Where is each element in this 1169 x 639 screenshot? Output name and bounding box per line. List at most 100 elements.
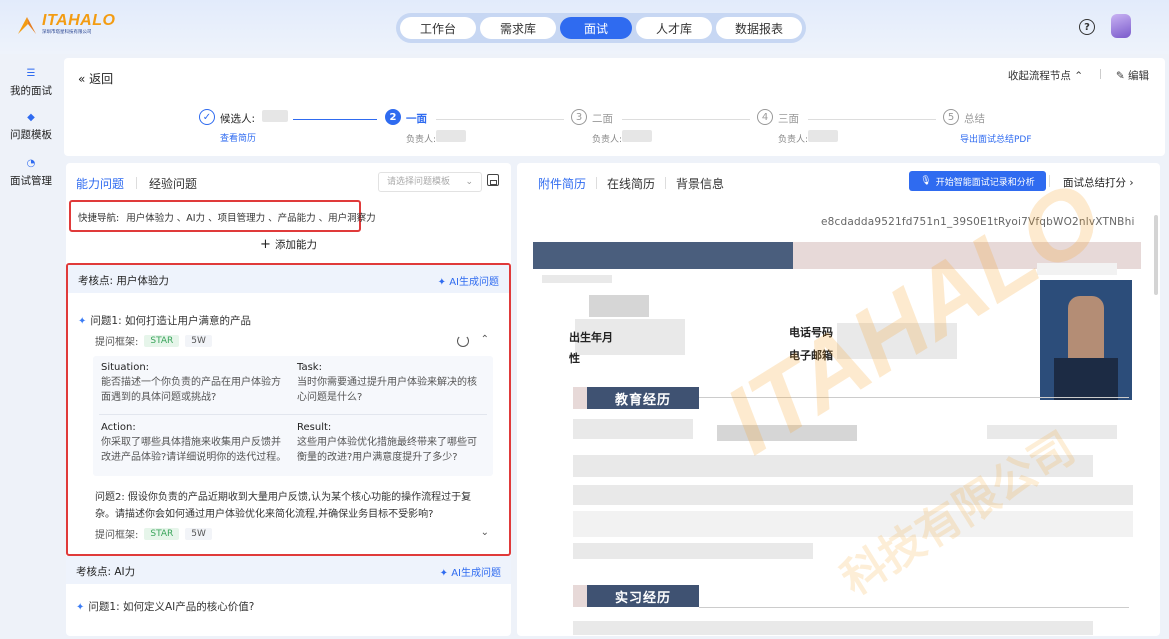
ai-generate-button[interactable]: ✦ AI生成问题 <box>438 273 499 288</box>
edit-button[interactable]: ✎ 编辑 <box>1116 68 1149 83</box>
brand-logo[interactable]: ITAHALO 深圳市塔星科技有限公司 <box>16 13 115 36</box>
sidebar-item-label: 问题模板 <box>10 129 52 141</box>
field-gender-label: 性 <box>569 352 580 365</box>
template-select-placeholder: 请选择问题模板 <box>387 177 451 187</box>
sidebar-item-question-templates[interactable]: ◆ 问题模板 <box>0 112 62 142</box>
template-select[interactable]: 请选择问题模板 ⌄ <box>378 172 482 192</box>
redacted-block <box>573 485 1133 505</box>
main-nav: 工作台 需求库 面试 人才库 数据报表 <box>396 13 806 43</box>
framework-star-tag[interactable]: STAR <box>144 334 180 347</box>
save-icon[interactable] <box>487 174 499 186</box>
step-5-title[interactable]: 总结 <box>964 111 985 126</box>
internship-section-title: 实习经历 <box>587 585 699 607</box>
star-framework-grid: Situation: 能否描述一个你负责的产品在用户体验方面遇到的具体问题或挑战… <box>93 356 493 476</box>
sidebar-item-my-interviews[interactable]: ☰ 我的面试 <box>0 68 62 98</box>
framework-label: 提问框架: <box>95 530 139 541</box>
resume-file-id: e8cdadda9521fd751n1_39S0E1tRyoi7VfqbWO2n… <box>821 216 1135 228</box>
tab-background-info[interactable]: 背景信息 <box>676 175 724 192</box>
start-ai-recording-button[interactable]: 🎙 开始智能面试记录和分析 <box>909 171 1046 191</box>
redacted-block <box>717 425 857 441</box>
resume-scrollbar[interactable] <box>1154 215 1158 295</box>
question-text: 问题1: 如何打造让用户满意的产品 <box>90 315 251 327</box>
plus-icon: + <box>260 237 271 252</box>
nav-tab-workbench[interactable]: 工作台 <box>400 17 476 39</box>
chevron-down-icon[interactable]: ⌄ <box>481 527 489 538</box>
divider <box>1100 69 1101 79</box>
framework-5w-tag[interactable]: 5W <box>185 527 212 540</box>
question-2: 问题2: 假设你负责的产品近期收到大量用户反馈,认为某个核心功能的操作流程过于复… <box>95 492 472 520</box>
step-5-number: 5 <box>943 109 959 125</box>
top-bar: ITAHALO 深圳市塔星科技有限公司 工作台 需求库 面试 人才库 数据报表 … <box>0 0 1169 54</box>
step-2-title[interactable]: 一面 <box>406 111 427 126</box>
redacted-block <box>573 419 693 439</box>
star-situation: Situation: 能否描述一个你负责的产品在用户体验方面遇到的具体问题或挑战… <box>101 360 289 405</box>
section-title: 考核点: 用户体验力 <box>78 275 169 287</box>
step-4-title[interactable]: 三面 <box>778 111 799 126</box>
collapse-steps-button[interactable]: 收起流程节点 ⌃ <box>1008 68 1083 83</box>
star-situation-body: 能否描述一个你负责的产品在用户体验方面遇到的具体问题或挑战? <box>101 377 281 403</box>
sidebar: ☰ 我的面试 ◆ 问题模板 ◔ 面试管理 <box>0 54 62 639</box>
quick-nav: 快捷导航: 用户体验力 、AI力 、项目管理力 、产品能力 、用户洞察力 <box>69 200 376 232</box>
nav-tab-interview[interactable]: 面试 <box>560 17 632 39</box>
user-avatar[interactable] <box>1111 14 1131 38</box>
redacted-block <box>987 425 1117 439</box>
quick-nav-label: 快捷导航: <box>78 213 120 224</box>
help-icon[interactable]: ? <box>1079 19 1095 35</box>
ability-section-ai: 考核点: AI力 ✦ AI生成问题 <box>66 556 511 584</box>
step-3-number: 3 <box>571 109 587 125</box>
interview-score-link[interactable]: 面试总结打分 › <box>1063 175 1134 190</box>
nav-tab-talent-pool[interactable]: 人才库 <box>636 17 712 39</box>
chevron-up-icon[interactable]: ⌃ <box>481 334 489 345</box>
view-resume-link[interactable]: 查看简历 <box>220 131 256 144</box>
add-ability-button[interactable]: + 添加能力 <box>66 237 511 252</box>
divider <box>699 607 1129 608</box>
sidebar-item-label: 面试管理 <box>10 175 52 187</box>
divider <box>99 414 487 415</box>
redacted-block <box>573 621 1093 635</box>
logo-icon <box>18 16 36 34</box>
divider <box>136 177 138 189</box>
step-4-number: 4 <box>757 109 773 125</box>
sidebar-item-interview-management[interactable]: ◔ 面试管理 <box>0 158 62 188</box>
field-email-label: 电子邮箱 <box>789 349 833 362</box>
quick-nav-links[interactable]: 用户体验力 、AI力 、项目管理力 、产品能力 、用户洞察力 <box>126 213 375 224</box>
tab-online-resume[interactable]: 在线简历 <box>607 175 655 192</box>
interview-flow-card: « 返回 收起流程节点 ⌃ ✎ 编辑 ✓ 候选人: 查看简历 2 一面 负责人:… <box>64 58 1165 156</box>
framework-label: 提问框架: <box>95 337 139 348</box>
education-section-title: 教育经历 <box>587 387 699 409</box>
star-result-title: Result: <box>297 422 332 433</box>
star-action: Action: 你采取了哪些具体措施来收集用户反馈并改进产品体验?请详细说明你的… <box>101 420 289 465</box>
redacted-block <box>573 543 813 559</box>
nav-tab-reports[interactable]: 数据报表 <box>716 17 802 39</box>
framework-star-tag[interactable]: STAR <box>144 527 180 540</box>
redacted-block <box>542 275 612 283</box>
tab-ability-questions[interactable]: 能力问题 <box>76 175 124 192</box>
step-3-title[interactable]: 二面 <box>592 111 613 126</box>
nav-tab-requirements[interactable]: 需求库 <box>480 17 556 39</box>
owner-redacted <box>622 130 652 142</box>
framework-5w-tag[interactable]: 5W <box>185 334 212 347</box>
redacted-block <box>1037 263 1117 275</box>
layers-icon: ◆ <box>27 112 35 123</box>
resume-tabs: 附件简历 在线简历 背景信息 <box>538 175 724 192</box>
ai-generate-label: AI生成问题 <box>449 277 499 288</box>
redacted-block <box>589 295 649 317</box>
divider <box>699 397 1129 398</box>
candidate-name-redacted <box>262 110 288 122</box>
photo-shirt <box>1054 358 1118 400</box>
tab-attached-resume[interactable]: 附件简历 <box>538 175 586 192</box>
step-3-owner: 负责人: <box>592 135 623 145</box>
divider <box>596 177 598 189</box>
step-1-title: 候选人: <box>220 113 256 125</box>
redacted-block <box>573 455 1093 477</box>
field-phone-label: 电话号码 <box>789 326 833 339</box>
back-link[interactable]: « 返回 <box>78 70 113 87</box>
star-result: Result: 这些用户体验优化措施最终带来了哪些可衡量的改进?用户满意度提升了… <box>297 420 485 465</box>
star-task-body: 当时你需要通过提升用户体验来解决的核心问题是什么? <box>297 377 477 403</box>
refresh-icon[interactable] <box>457 335 469 347</box>
tab-experience-questions[interactable]: 经验问题 <box>149 175 197 192</box>
export-pdf-link[interactable]: 导出面试总结PDF <box>960 132 1032 145</box>
star-task: Task: 当时你需要通过提升用户体验来解决的核心问题是什么? <box>297 360 485 405</box>
step-2-owner: 负责人: <box>406 135 437 145</box>
ai-generate-button[interactable]: ✦ AI生成问题 <box>440 564 501 579</box>
